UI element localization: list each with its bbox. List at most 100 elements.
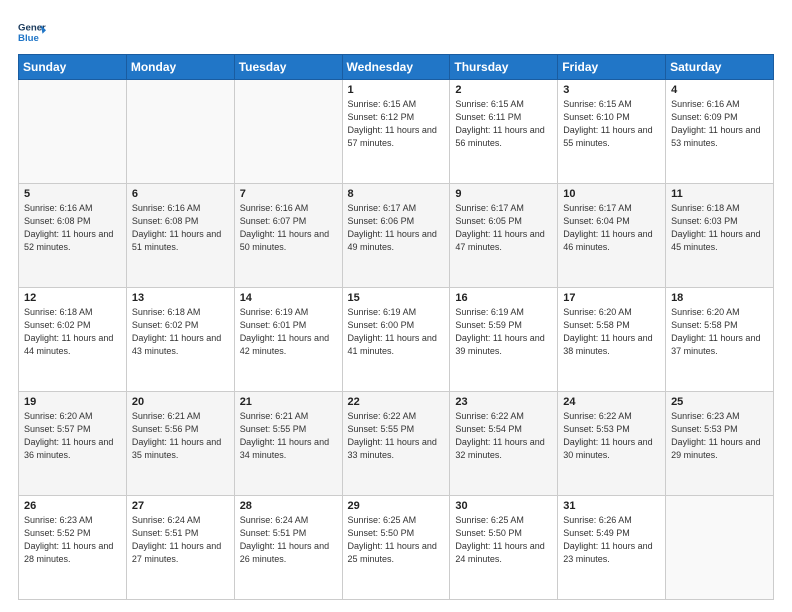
calendar-cell: 8Sunrise: 6:17 AM Sunset: 6:06 PM Daylig…: [342, 184, 450, 288]
day-number: 10: [563, 188, 660, 200]
day-info: Sunrise: 6:21 AM Sunset: 5:56 PM Dayligh…: [132, 410, 229, 462]
day-number: 24: [563, 396, 660, 408]
calendar-table: SundayMondayTuesdayWednesdayThursdayFrid…: [18, 54, 774, 600]
day-number: 29: [348, 500, 445, 512]
day-info: Sunrise: 6:18 AM Sunset: 6:03 PM Dayligh…: [671, 202, 768, 254]
day-info: Sunrise: 6:23 AM Sunset: 5:53 PM Dayligh…: [671, 410, 768, 462]
day-number: 26: [24, 500, 121, 512]
day-info: Sunrise: 6:21 AM Sunset: 5:55 PM Dayligh…: [240, 410, 337, 462]
day-info: Sunrise: 6:18 AM Sunset: 6:02 PM Dayligh…: [132, 306, 229, 358]
calendar-week-row: 12 Sunrise: 6:18 AM Sunset: 6:02 PM Dayli…: [19, 288, 774, 392]
day-info: Sunrise: 6:22 AM Sunset: 5:53 PM Dayligh…: [563, 410, 660, 462]
day-number: 21: [240, 396, 337, 408]
calendar-cell: 27 Sunrise: 6:24 AM Sunset: 5:51 PM Dayli…: [126, 496, 234, 600]
day-number: 2: [455, 84, 552, 96]
calendar-cell: 7 Sunrise: 6:16 AM Sunset: 6:07 PM Daylig…: [234, 184, 342, 288]
day-info: Sunrise: 6:16 AM Sunset: 6:07 PM Dayligh…: [240, 202, 337, 254]
day-info: Sunrise: 6:15 AM Sunset: 6:11 PM Dayligh…: [455, 98, 552, 150]
day-info: Sunrise: 6:20 AM Sunset: 5:58 PM Dayligh…: [563, 306, 660, 358]
day-number: 17: [563, 292, 660, 304]
calendar-cell: [666, 496, 774, 600]
calendar-cell: 26 Sunrise: 6:23 AM Sunset: 5:52 PM Dayli…: [19, 496, 127, 600]
day-number: 13: [132, 292, 229, 304]
calendar-cell: 6Sunrise: 6:16 AM Sunset: 6:08 PM Daylig…: [126, 184, 234, 288]
calendar-cell: 5 Sunrise: 6:16 AM Sunset: 6:08 PM Daylig…: [19, 184, 127, 288]
day-info: Sunrise: 6:20 AM Sunset: 5:58 PM Dayligh…: [671, 306, 768, 358]
calendar-cell: 17 Sunrise: 6:20 AM Sunset: 5:58 PM Dayli…: [558, 288, 666, 392]
day-info: Sunrise: 6:25 AM Sunset: 5:50 PM Dayligh…: [455, 514, 552, 566]
weekday-header-thursday: Thursday: [450, 55, 558, 80]
calendar-cell: 23 Sunrise: 6:22 AM Sunset: 5:54 PM Dayli…: [450, 392, 558, 496]
weekday-header-saturday: Saturday: [666, 55, 774, 80]
calendar-cell: 20 Sunrise: 6:21 AM Sunset: 5:56 PM Dayli…: [126, 392, 234, 496]
day-number: 7: [240, 188, 337, 200]
calendar-cell: 16 Sunrise: 6:19 AM Sunset: 5:59 PM Dayli…: [450, 288, 558, 392]
header: General Blue: [18, 18, 774, 46]
calendar-cell: 10 Sunrise: 6:17 AM Sunset: 6:04 PM Dayli…: [558, 184, 666, 288]
day-number: 12: [24, 292, 121, 304]
day-number: 25: [671, 396, 768, 408]
calendar-week-row: 26 Sunrise: 6:23 AM Sunset: 5:52 PM Dayli…: [19, 496, 774, 600]
page: General Blue SundayMondayTuesdayWednesda…: [0, 0, 792, 612]
day-number: 27: [132, 500, 229, 512]
weekday-header-friday: Friday: [558, 55, 666, 80]
calendar-cell: [234, 80, 342, 184]
day-info: Sunrise: 6:15 AM Sunset: 6:12 PM Dayligh…: [348, 98, 445, 150]
day-number: 6: [132, 188, 229, 200]
day-number: 5: [24, 188, 121, 200]
day-number: 20: [132, 396, 229, 408]
day-info: Sunrise: 6:22 AM Sunset: 5:54 PM Dayligh…: [455, 410, 552, 462]
day-info: Sunrise: 6:16 AM Sunset: 6:08 PM Dayligh…: [24, 202, 121, 254]
day-info: Sunrise: 6:17 AM Sunset: 6:05 PM Dayligh…: [455, 202, 552, 254]
day-number: 4: [671, 84, 768, 96]
calendar-week-row: 1Sunrise: 6:15 AM Sunset: 6:12 PM Daylig…: [19, 80, 774, 184]
day-number: 15: [348, 292, 445, 304]
calendar-week-row: 5 Sunrise: 6:16 AM Sunset: 6:08 PM Daylig…: [19, 184, 774, 288]
weekday-header-monday: Monday: [126, 55, 234, 80]
calendar-cell: 19Sunrise: 6:20 AM Sunset: 5:57 PM Dayli…: [19, 392, 127, 496]
day-info: Sunrise: 6:19 AM Sunset: 5:59 PM Dayligh…: [455, 306, 552, 358]
logo: General Blue: [18, 18, 46, 46]
day-number: 22: [348, 396, 445, 408]
calendar-cell: 25 Sunrise: 6:23 AM Sunset: 5:53 PM Dayli…: [666, 392, 774, 496]
day-info: Sunrise: 6:17 AM Sunset: 6:04 PM Dayligh…: [563, 202, 660, 254]
calendar-cell: 4 Sunrise: 6:16 AM Sunset: 6:09 PM Daylig…: [666, 80, 774, 184]
day-number: 30: [455, 500, 552, 512]
day-number: 3: [563, 84, 660, 96]
day-number: 18: [671, 292, 768, 304]
day-info: Sunrise: 6:24 AM Sunset: 5:51 PM Dayligh…: [132, 514, 229, 566]
weekday-header-row: SundayMondayTuesdayWednesdayThursdayFrid…: [19, 55, 774, 80]
logo-icon: General Blue: [18, 18, 46, 46]
calendar-cell: 12 Sunrise: 6:18 AM Sunset: 6:02 PM Dayli…: [19, 288, 127, 392]
day-info: Sunrise: 6:22 AM Sunset: 5:55 PM Dayligh…: [348, 410, 445, 462]
day-number: 9: [455, 188, 552, 200]
day-info: Sunrise: 6:24 AM Sunset: 5:51 PM Dayligh…: [240, 514, 337, 566]
calendar-cell: 3 Sunrise: 6:15 AM Sunset: 6:10 PM Daylig…: [558, 80, 666, 184]
calendar-cell: 24 Sunrise: 6:22 AM Sunset: 5:53 PM Dayli…: [558, 392, 666, 496]
day-number: 16: [455, 292, 552, 304]
day-info: Sunrise: 6:23 AM Sunset: 5:52 PM Dayligh…: [24, 514, 121, 566]
calendar-cell: 15Sunrise: 6:19 AM Sunset: 6:00 PM Dayli…: [342, 288, 450, 392]
day-number: 31: [563, 500, 660, 512]
calendar-cell: 13 Sunrise: 6:18 AM Sunset: 6:02 PM Dayli…: [126, 288, 234, 392]
calendar-cell: [126, 80, 234, 184]
day-info: Sunrise: 6:25 AM Sunset: 5:50 PM Dayligh…: [348, 514, 445, 566]
calendar-cell: 31 Sunrise: 6:26 AM Sunset: 5:49 PM Dayli…: [558, 496, 666, 600]
day-number: 11: [671, 188, 768, 200]
day-info: Sunrise: 6:18 AM Sunset: 6:02 PM Dayligh…: [24, 306, 121, 358]
calendar-cell: 14 Sunrise: 6:19 AM Sunset: 6:01 PM Dayli…: [234, 288, 342, 392]
calendar-cell: 11 Sunrise: 6:18 AM Sunset: 6:03 PM Dayli…: [666, 184, 774, 288]
svg-text:Blue: Blue: [18, 33, 39, 44]
day-number: 23: [455, 396, 552, 408]
calendar-cell: 2 Sunrise: 6:15 AM Sunset: 6:11 PM Daylig…: [450, 80, 558, 184]
day-info: Sunrise: 6:26 AM Sunset: 5:49 PM Dayligh…: [563, 514, 660, 566]
day-info: Sunrise: 6:19 AM Sunset: 6:01 PM Dayligh…: [240, 306, 337, 358]
calendar-cell: 22 Sunrise: 6:22 AM Sunset: 5:55 PM Dayli…: [342, 392, 450, 496]
day-info: Sunrise: 6:16 AM Sunset: 6:09 PM Dayligh…: [671, 98, 768, 150]
day-number: 14: [240, 292, 337, 304]
calendar-cell: 28Sunrise: 6:24 AM Sunset: 5:51 PM Dayli…: [234, 496, 342, 600]
calendar-cell: [19, 80, 127, 184]
weekday-header-tuesday: Tuesday: [234, 55, 342, 80]
calendar-week-row: 19Sunrise: 6:20 AM Sunset: 5:57 PM Dayli…: [19, 392, 774, 496]
day-info: Sunrise: 6:15 AM Sunset: 6:10 PM Dayligh…: [563, 98, 660, 150]
